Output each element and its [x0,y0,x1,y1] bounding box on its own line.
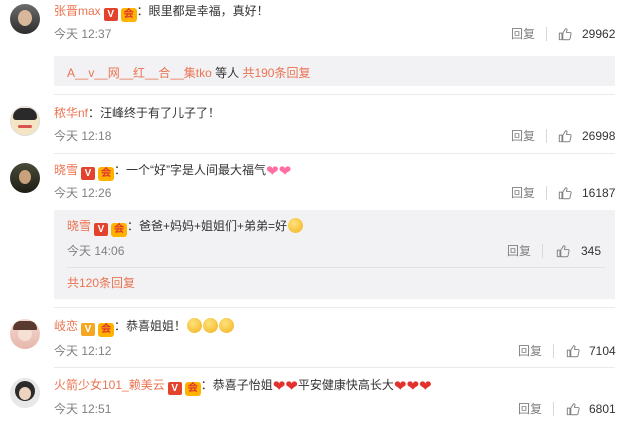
username[interactable]: 秾华nf [54,106,88,120]
sub-reply-count-link[interactable]: 共190条回复 [242,66,310,80]
comment-text: ：汪峰终于有了儿子了！ [88,106,221,120]
thumbs-up-icon[interactable] [558,129,572,143]
verified-badge-icon: V [81,323,96,336]
like-count: 29962 [582,27,616,41]
divider [542,244,543,258]
verified-badge-icon: V [94,223,109,236]
comment-time: 今天 12:18 [54,129,112,143]
vip-badge-icon[interactable]: 会 [98,323,115,337]
vip-badge-icon[interactable]: 会 [184,382,201,396]
avatar[interactable] [10,106,40,136]
comment-time: 今天 12:51 [54,402,112,416]
vip-badge-icon[interactable]: 会 [120,8,137,22]
reply-time: 今天 14:06 [67,244,125,258]
reply-button[interactable]: 回复 [511,186,535,200]
blush-emoji-icon [219,318,235,333]
verified-badge-icon: V [81,167,96,180]
blush-emoji-icon [203,318,219,333]
sub-reply-users-link[interactable]: A__v__网__红__合__集tko [67,66,212,80]
comment-text: ：恭喜姐姐！ [114,319,187,333]
comment-item: 晓雪 V 会：一个“好”字是人间最大福气❤❤ 今天 12:26 回复 16187 晓… [0,157,625,307]
thumbs-up-icon[interactable] [556,244,570,258]
comment-item: 秾华nf：汪峰终于有了儿子了！ 今天 12:18 回复 26998 [0,98,625,153]
divider [546,186,547,200]
thumbs-up-icon[interactable] [558,186,572,200]
heart-emoji-icon: ❤ [272,378,286,395]
blush-emoji-icon [187,318,203,333]
comment-text: ：眼里都是幸福，真好！ [136,4,269,18]
divider [54,307,615,308]
vip-badge-icon[interactable]: 会 [98,167,115,181]
more-replies-link[interactable]: 共120条回复 [67,276,135,290]
vip-badge-icon[interactable]: 会 [111,223,128,237]
avatar[interactable] [10,4,40,34]
reply-button[interactable]: 回复 [511,27,535,41]
verified-badge-icon: V [167,382,182,395]
reply-button[interactable]: 回复 [518,402,542,416]
verified-badge-icon: V [103,8,118,21]
reply-button[interactable]: 回复 [511,129,535,143]
reply-username[interactable]: 晓雪 [67,219,91,233]
like-count: 6801 [589,402,616,416]
comment-time: 今天 12:26 [54,186,112,200]
divider [546,129,547,143]
comment-text: ：恭喜子怡姐 [200,378,273,392]
like-count: 345 [581,244,602,258]
heart-emoji-icon: ❤ [278,163,292,180]
thumbs-up-icon[interactable] [558,27,572,41]
thumbs-up-icon[interactable] [566,344,580,358]
heart-emoji-icon: ❤ [393,378,407,395]
sub-reply-summary: A__v__网__红__合__集tko 等人 共190条回复 [54,56,615,86]
divider [553,344,554,358]
avatar[interactable] [10,378,40,408]
comment-item: 张晋max V 会：眼里都是幸福，真好！ 今天 12:37 回复 29962 A__… [0,0,625,92]
divider [546,27,547,41]
divider [553,402,554,416]
thumbs-up-icon[interactable] [566,402,580,416]
heart-emoji-icon: ❤ [406,378,420,395]
comment-time: 今天 12:12 [54,344,112,358]
reply-button[interactable]: 回复 [507,244,531,258]
username[interactable]: 火箭少女101_赖美云 [54,378,165,392]
sub-reply-box: 晓雪 V 会：爸爸+妈妈+姐姐们+弟弟=好 今天 14:06 回复 345 共120… [54,210,615,299]
username[interactable]: 晓雪 [54,163,78,177]
heart-emoji-icon: ❤ [266,163,279,180]
comment-text-continued: 平安健康快高长大 [297,378,394,392]
divider [54,153,615,154]
sub-reply-suffix: 等人 [211,66,243,80]
comment-item: 火箭少女101_赖美云 V 会：恭喜子怡姐❤❤平安健康快高长大❤❤❤ 今天 12:5… [0,370,625,423]
heart-emoji-icon: ❤ [419,378,432,395]
reply-button[interactable]: 回复 [518,344,542,358]
like-count: 16187 [582,186,616,200]
divider [54,94,615,95]
like-count: 7104 [589,344,616,358]
divider [67,267,605,268]
heart-emoji-icon: ❤ [285,378,298,395]
username[interactable]: 岐恋 [54,319,78,333]
comment-time: 今天 12:37 [54,27,112,41]
comment-item: 岐恋 V 会：恭喜姐姐！ 今天 12:12 回复 7104 [0,311,625,366]
comment-text: ：一个“好”字是人间最大福气 [114,163,267,177]
avatar[interactable] [10,163,40,193]
reply-text: ：爸爸+妈妈+姐姐们+弟弟=好 [127,219,288,233]
smile-emoji-icon [288,218,304,233]
username[interactable]: 张晋max [54,4,101,18]
avatar[interactable] [10,319,40,349]
like-count: 26998 [582,129,616,143]
divider [54,367,615,368]
